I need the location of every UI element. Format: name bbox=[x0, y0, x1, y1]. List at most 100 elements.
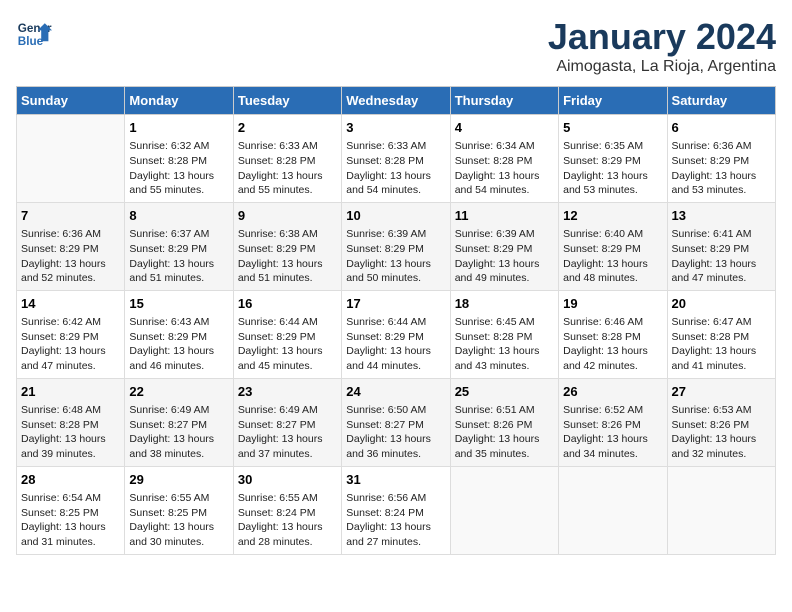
day-cell: 26 Sunrise: 6:52 AM Sunset: 8:26 PM Dayli… bbox=[559, 378, 667, 466]
day-number: 24 bbox=[346, 383, 445, 401]
header-cell-saturday: Saturday bbox=[667, 87, 775, 115]
week-row-4: 21Sunrise: 6:48 AM Sunset: 8:28 PM Dayli… bbox=[17, 378, 776, 466]
day-cell: 1 Sunrise: 6:32 AM Sunset: 8:28 PM Daylig… bbox=[125, 115, 233, 203]
day-info: Sunrise: 6:49 AM Sunset: 8:27 PM Dayligh… bbox=[129, 403, 228, 462]
day-number: 30 bbox=[238, 471, 337, 489]
header-row: SundayMondayTuesdayWednesdayThursdayFrid… bbox=[17, 87, 776, 115]
day-number: 11 bbox=[455, 207, 554, 225]
day-number: 29 bbox=[129, 471, 228, 489]
day-number: 2 bbox=[238, 119, 337, 137]
day-cell: 7Sunrise: 6:36 AM Sunset: 8:29 PM Daylig… bbox=[17, 202, 125, 290]
day-info: Sunrise: 6:55 AM Sunset: 8:25 PM Dayligh… bbox=[129, 491, 228, 550]
day-cell: 31 Sunrise: 6:56 AM Sunset: 8:24 PM Dayli… bbox=[342, 466, 450, 554]
day-cell: 12 Sunrise: 6:40 AM Sunset: 8:29 PM Dayli… bbox=[559, 202, 667, 290]
day-info: Sunrise: 6:53 AM Sunset: 8:26 PM Dayligh… bbox=[672, 403, 771, 462]
day-info: Sunrise: 6:47 AM Sunset: 8:28 PM Dayligh… bbox=[672, 315, 771, 374]
week-row-3: 14 Sunrise: 6:42 AM Sunset: 8:29 PM Dayli… bbox=[17, 290, 776, 378]
day-number: 5 bbox=[563, 119, 662, 137]
day-cell: 17 Sunrise: 6:44 AM Sunset: 8:29 PM Dayli… bbox=[342, 290, 450, 378]
day-number: 20 bbox=[672, 295, 771, 313]
day-number: 10 bbox=[346, 207, 445, 225]
day-number: 16 bbox=[238, 295, 337, 313]
day-info: Sunrise: 6:48 AM Sunset: 8:28 PM Dayligh… bbox=[21, 403, 120, 462]
day-info: Sunrise: 6:44 AM Sunset: 8:29 PM Dayligh… bbox=[346, 315, 445, 374]
day-cell: 9 Sunrise: 6:38 AM Sunset: 8:29 PM Daylig… bbox=[233, 202, 341, 290]
day-number: 13 bbox=[672, 207, 771, 225]
title-block: January 2024 Aimogasta, La Rioja, Argent… bbox=[548, 16, 776, 76]
day-number: 15 bbox=[129, 295, 228, 313]
day-number: 22 bbox=[129, 383, 228, 401]
day-number: 6 bbox=[672, 119, 771, 137]
day-info: Sunrise: 6:41 AM Sunset: 8:29 PM Dayligh… bbox=[672, 227, 771, 286]
header-cell-tuesday: Tuesday bbox=[233, 87, 341, 115]
day-number: 23 bbox=[238, 383, 337, 401]
day-info: Sunrise: 6:33 AM Sunset: 8:28 PM Dayligh… bbox=[238, 139, 337, 198]
day-info: Sunrise: 6:39 AM Sunset: 8:29 PM Dayligh… bbox=[455, 227, 554, 286]
day-info: Sunrise: 6:34 AM Sunset: 8:28 PM Dayligh… bbox=[455, 139, 554, 198]
day-cell: 25Sunrise: 6:51 AM Sunset: 8:26 PM Dayli… bbox=[450, 378, 558, 466]
day-number: 1 bbox=[129, 119, 228, 137]
day-cell: 4 Sunrise: 6:34 AM Sunset: 8:28 PM Daylig… bbox=[450, 115, 558, 203]
day-info: Sunrise: 6:36 AM Sunset: 8:29 PM Dayligh… bbox=[21, 227, 120, 286]
day-info: Sunrise: 6:45 AM Sunset: 8:28 PM Dayligh… bbox=[455, 315, 554, 374]
header-cell-monday: Monday bbox=[125, 87, 233, 115]
day-info: Sunrise: 6:42 AM Sunset: 8:29 PM Dayligh… bbox=[21, 315, 120, 374]
day-cell: 30 Sunrise: 6:55 AM Sunset: 8:24 PM Dayli… bbox=[233, 466, 341, 554]
day-number: 8 bbox=[129, 207, 228, 225]
day-number: 3 bbox=[346, 119, 445, 137]
header-cell-wednesday: Wednesday bbox=[342, 87, 450, 115]
day-number: 4 bbox=[455, 119, 554, 137]
week-row-1: 1 Sunrise: 6:32 AM Sunset: 8:28 PM Daylig… bbox=[17, 115, 776, 203]
day-info: Sunrise: 6:43 AM Sunset: 8:29 PM Dayligh… bbox=[129, 315, 228, 374]
day-number: 9 bbox=[238, 207, 337, 225]
day-info: Sunrise: 6:54 AM Sunset: 8:25 PM Dayligh… bbox=[21, 491, 120, 550]
day-info: Sunrise: 6:36 AM Sunset: 8:29 PM Dayligh… bbox=[672, 139, 771, 198]
header-cell-friday: Friday bbox=[559, 87, 667, 115]
day-info: Sunrise: 6:46 AM Sunset: 8:28 PM Dayligh… bbox=[563, 315, 662, 374]
day-info: Sunrise: 6:40 AM Sunset: 8:29 PM Dayligh… bbox=[563, 227, 662, 286]
header-cell-thursday: Thursday bbox=[450, 87, 558, 115]
day-cell bbox=[17, 115, 125, 203]
day-info: Sunrise: 6:38 AM Sunset: 8:29 PM Dayligh… bbox=[238, 227, 337, 286]
day-cell: 20 Sunrise: 6:47 AM Sunset: 8:28 PM Dayli… bbox=[667, 290, 775, 378]
day-cell: 19Sunrise: 6:46 AM Sunset: 8:28 PM Dayli… bbox=[559, 290, 667, 378]
day-info: Sunrise: 6:39 AM Sunset: 8:29 PM Dayligh… bbox=[346, 227, 445, 286]
day-number: 18 bbox=[455, 295, 554, 313]
svg-text:Blue: Blue bbox=[18, 35, 44, 48]
day-cell: 28Sunrise: 6:54 AM Sunset: 8:25 PM Dayli… bbox=[17, 466, 125, 554]
day-info: Sunrise: 6:52 AM Sunset: 8:26 PM Dayligh… bbox=[563, 403, 662, 462]
day-info: Sunrise: 6:56 AM Sunset: 8:24 PM Dayligh… bbox=[346, 491, 445, 550]
day-cell: 23 Sunrise: 6:49 AM Sunset: 8:27 PM Dayli… bbox=[233, 378, 341, 466]
day-number: 26 bbox=[563, 383, 662, 401]
page-title: January 2024 bbox=[548, 16, 776, 58]
day-info: Sunrise: 6:55 AM Sunset: 8:24 PM Dayligh… bbox=[238, 491, 337, 550]
day-info: Sunrise: 6:51 AM Sunset: 8:26 PM Dayligh… bbox=[455, 403, 554, 462]
day-number: 12 bbox=[563, 207, 662, 225]
day-number: 17 bbox=[346, 295, 445, 313]
day-cell: 21Sunrise: 6:48 AM Sunset: 8:28 PM Dayli… bbox=[17, 378, 125, 466]
day-cell: 27Sunrise: 6:53 AM Sunset: 8:26 PM Dayli… bbox=[667, 378, 775, 466]
day-cell bbox=[667, 466, 775, 554]
week-row-2: 7Sunrise: 6:36 AM Sunset: 8:29 PM Daylig… bbox=[17, 202, 776, 290]
day-cell: 16Sunrise: 6:44 AM Sunset: 8:29 PM Dayli… bbox=[233, 290, 341, 378]
day-cell: 3 Sunrise: 6:33 AM Sunset: 8:28 PM Daylig… bbox=[342, 115, 450, 203]
logo-icon: General Blue bbox=[16, 16, 52, 52]
day-number: 31 bbox=[346, 471, 445, 489]
day-cell: 8Sunrise: 6:37 AM Sunset: 8:29 PM Daylig… bbox=[125, 202, 233, 290]
day-cell bbox=[450, 466, 558, 554]
day-info: Sunrise: 6:32 AM Sunset: 8:28 PM Dayligh… bbox=[129, 139, 228, 198]
week-row-5: 28Sunrise: 6:54 AM Sunset: 8:25 PM Dayli… bbox=[17, 466, 776, 554]
day-cell: 13 Sunrise: 6:41 AM Sunset: 8:29 PM Dayli… bbox=[667, 202, 775, 290]
day-cell: 22 Sunrise: 6:49 AM Sunset: 8:27 PM Dayli… bbox=[125, 378, 233, 466]
day-cell: 24 Sunrise: 6:50 AM Sunset: 8:27 PM Dayli… bbox=[342, 378, 450, 466]
day-info: Sunrise: 6:50 AM Sunset: 8:27 PM Dayligh… bbox=[346, 403, 445, 462]
day-cell bbox=[559, 466, 667, 554]
day-cell: 18 Sunrise: 6:45 AM Sunset: 8:28 PM Dayli… bbox=[450, 290, 558, 378]
day-cell: 5 Sunrise: 6:35 AM Sunset: 8:29 PM Daylig… bbox=[559, 115, 667, 203]
day-cell: 10 Sunrise: 6:39 AM Sunset: 8:29 PM Dayli… bbox=[342, 202, 450, 290]
day-info: Sunrise: 6:33 AM Sunset: 8:28 PM Dayligh… bbox=[346, 139, 445, 198]
day-info: Sunrise: 6:49 AM Sunset: 8:27 PM Dayligh… bbox=[238, 403, 337, 462]
day-info: Sunrise: 6:35 AM Sunset: 8:29 PM Dayligh… bbox=[563, 139, 662, 198]
day-cell: 29 Sunrise: 6:55 AM Sunset: 8:25 PM Dayli… bbox=[125, 466, 233, 554]
day-number: 14 bbox=[21, 295, 120, 313]
